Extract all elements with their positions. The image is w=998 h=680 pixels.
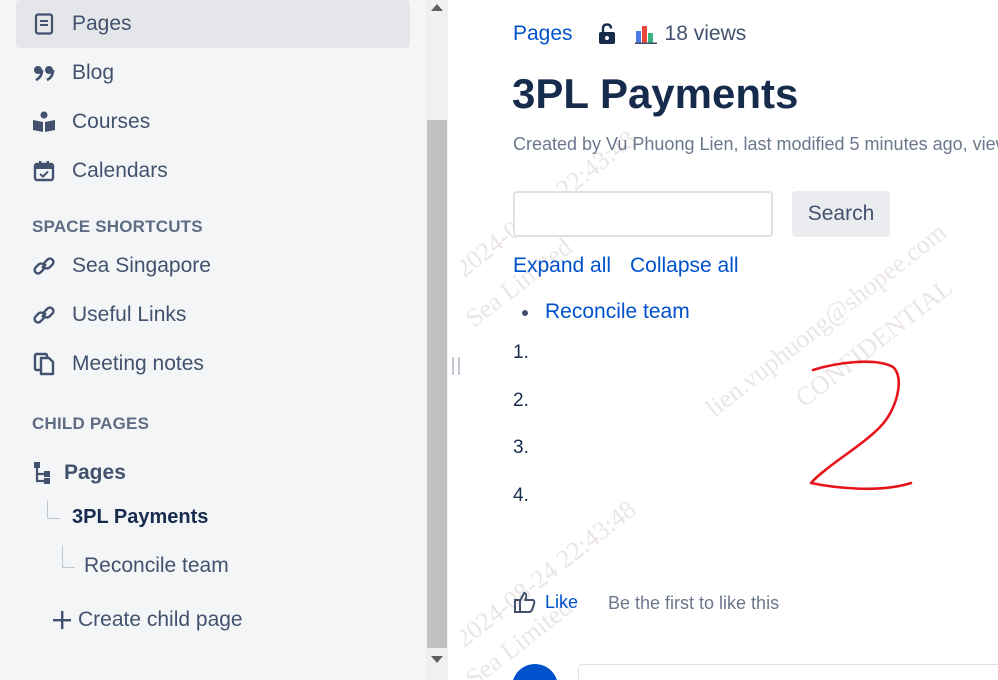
create-child-page-label: Create child page (78, 608, 243, 631)
unlock-icon[interactable] (597, 23, 617, 45)
section-title-child-pages: CHILD PAGES (32, 414, 150, 433)
breadcrumb: Pages 18 views (513, 22, 746, 46)
sidebar-item-label: Useful Links (72, 303, 187, 326)
child-page-link-reconcile-team[interactable]: Reconcile team (545, 300, 690, 324)
sidebar-scrollbar[interactable] (426, 0, 448, 680)
plus-icon (52, 610, 72, 630)
watermark-text: 2024-08-24 22:43:48 (460, 494, 642, 653)
scrollbar-thumb[interactable] (427, 120, 447, 648)
courses-icon (32, 110, 56, 134)
tree-icon (32, 461, 52, 485)
sidebar-item-pages[interactable]: Pages (16, 0, 410, 48)
tree-connector (47, 500, 60, 519)
comment-input[interactable] (578, 664, 998, 680)
sidebar-item-label: Pages (72, 12, 132, 35)
sidebar-resize-handle[interactable] (452, 357, 460, 375)
sidebar-item-meeting-notes[interactable]: Meeting notes (16, 340, 410, 388)
sidebar-item-useful-links[interactable]: Useful Links (16, 291, 410, 339)
search-input[interactable] (513, 191, 773, 237)
sidebar-item-label: Meeting notes (72, 352, 204, 375)
list-item-number: 3. (513, 437, 529, 458)
avatar (512, 664, 558, 680)
tree-item-label: Pages (64, 461, 126, 484)
search-button[interactable]: Search (792, 191, 890, 237)
page-views[interactable]: 18 views (634, 22, 747, 46)
expand-all-link[interactable]: Expand all (513, 254, 611, 278)
sidebar-item-label: Courses (72, 110, 151, 133)
sidebar-item-label: Blog (72, 61, 115, 84)
link-icon (32, 254, 56, 278)
breadcrumb-pages-link[interactable]: Pages (513, 22, 573, 46)
sidebar-item-sea-singapore[interactable]: Sea Singapore (16, 242, 410, 290)
collapse-all-link[interactable]: Collapse all (630, 254, 739, 278)
calendar-icon (32, 159, 56, 183)
sidebar-item-blog[interactable]: Blog (16, 49, 410, 97)
bullet-dot (522, 310, 528, 316)
section-title-space-shortcuts: SPACE SHORTCUTS (32, 217, 203, 236)
copy-icon (32, 352, 56, 376)
page-icon (32, 12, 56, 36)
thumbs-up-icon (513, 590, 537, 614)
bar-chart-icon (634, 24, 657, 44)
sidebar-item-courses[interactable]: Courses (16, 98, 410, 146)
create-child-page-button[interactable]: Create child page (52, 608, 243, 632)
like-label: Like (545, 591, 579, 612)
list-item-number: 4. (513, 485, 529, 506)
tree-item-reconcile-team[interactable]: Reconcile team (84, 554, 229, 578)
link-icon (32, 303, 56, 327)
sidebar-item-calendars[interactable]: Calendars (16, 147, 410, 195)
page-title: 3PL Payments (512, 70, 799, 117)
red-handwritten-annotation (809, 360, 913, 491)
like-button[interactable]: Like (513, 590, 578, 614)
list-item-number: 2. (513, 390, 529, 411)
sidebar-item-label: Calendars (72, 159, 168, 182)
list-item-number: 1. (513, 342, 529, 363)
quote-icon (32, 61, 56, 85)
tree-item-pages[interactable]: Pages (32, 458, 126, 488)
sidebar: Pages Blog Courses Calendars SPACE SHORT… (0, 0, 426, 680)
scroll-up-arrow-icon[interactable] (431, 4, 443, 11)
sidebar-item-label: Sea Singapore (72, 254, 211, 277)
views-count: 18 views (664, 22, 747, 45)
tree-item-3pl-payments[interactable]: 3PL Payments (72, 506, 208, 529)
main-content: 2024-08-24 22:43:48 Sea Limited lien.vup… (460, 0, 998, 680)
page-byline: Created by Vu Phuong Lien, last modified… (513, 134, 998, 154)
like-message: Be the first to like this (608, 593, 780, 613)
scroll-down-arrow-icon[interactable] (431, 656, 443, 663)
tree-connector (62, 545, 75, 568)
